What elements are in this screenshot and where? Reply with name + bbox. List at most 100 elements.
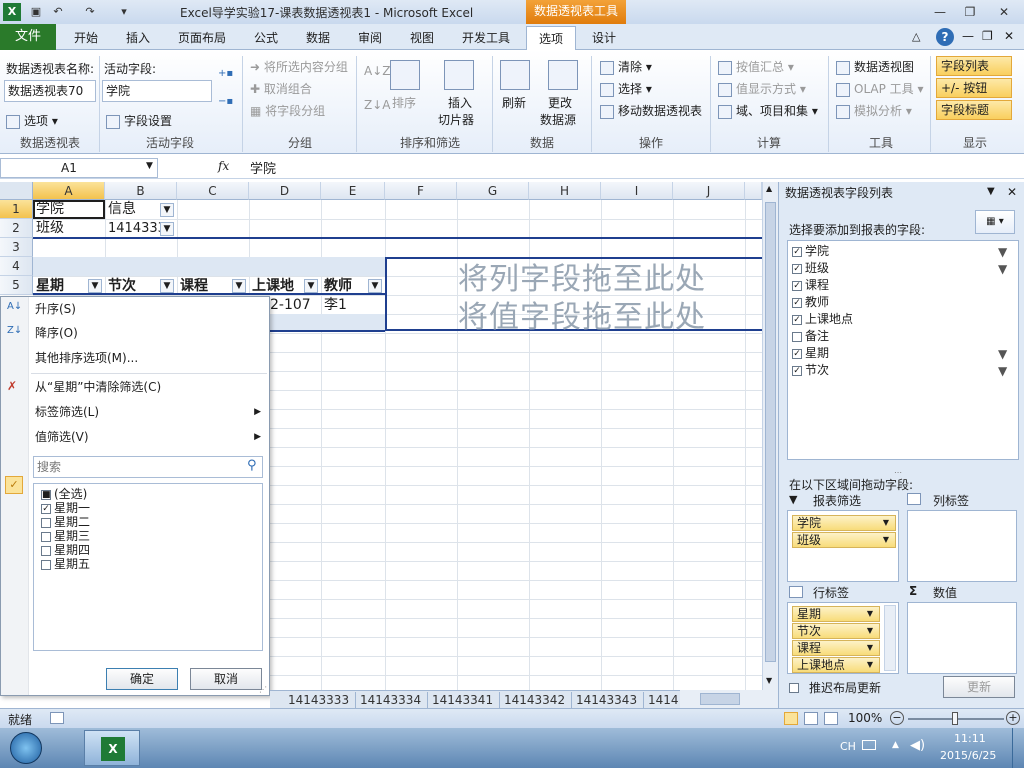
group-field-button[interactable]: ▦ 将字段分组 (250, 102, 325, 119)
field-item[interactable]: ✓ 星期 ▼ (792, 345, 1007, 362)
clear-button[interactable]: 清除 ▾ (600, 58, 652, 75)
name-box[interactable]: A1 (0, 158, 158, 178)
help-icon[interactable]: ? (936, 28, 954, 46)
field-item[interactable]: ✓ 上课地点 (792, 311, 853, 328)
cell-c5[interactable]: 课程 (180, 277, 208, 296)
refresh-icon[interactable] (500, 60, 530, 90)
clock-date[interactable]: 2015/6/25 (940, 749, 996, 762)
row-chip[interactable]: 课程 ▼ (792, 640, 880, 656)
column-header-partial[interactable] (745, 182, 762, 200)
field-item[interactable]: ✓ 节次 ▼ (792, 362, 1007, 379)
fx-icon[interactable]: fx (218, 159, 229, 173)
page-break-view-icon[interactable] (824, 712, 838, 725)
cell-b2[interactable]: 14143333 (108, 219, 160, 238)
tab-view[interactable]: 视图 (398, 26, 446, 50)
row-chip[interactable]: 上课地点 ▼ (792, 657, 880, 673)
report-filter-area[interactable]: 学院 ▼ 班级 ▼ (787, 510, 899, 582)
filter-item[interactable]: 星期四 (41, 543, 90, 557)
values-area[interactable] (907, 602, 1017, 674)
pivot-chart-button[interactable]: 数据透视图 (836, 58, 914, 75)
filter-dropdown-icon[interactable]: ▼ (88, 279, 102, 293)
clear-filter-item[interactable]: 从“星期”中清除筛选(C) (1, 375, 269, 399)
field-item[interactable]: ✓ 班级 ▼ (792, 260, 1007, 277)
row-chip[interactable]: 星期 ▼ (792, 606, 880, 622)
row-header[interactable]: 5 (0, 276, 33, 295)
change-source-icon[interactable] (548, 60, 578, 90)
taskbar-excel-icon[interactable]: X (84, 730, 140, 766)
whatif-button[interactable]: 模拟分析 ▾ (836, 102, 912, 119)
filter-chip[interactable]: 学院 ▼ (792, 515, 896, 531)
olap-tools-button[interactable]: OLAP 工具 ▾ (836, 80, 924, 97)
restore-button[interactable]: ❐ (958, 3, 982, 21)
horizontal-scrollbar[interactable] (680, 690, 778, 708)
row-header[interactable]: 1 (0, 200, 33, 219)
filter-item[interactable]: 星期二 (41, 515, 90, 529)
active-field-input[interactable]: 学院 (102, 80, 212, 102)
field-settings-button[interactable]: 字段设置 (106, 112, 172, 129)
update-button[interactable]: 更新 (943, 676, 1015, 698)
macro-record-icon[interactable] (50, 712, 64, 724)
cell-a1[interactable]: 学院 (36, 200, 64, 219)
ungroup-button[interactable]: ✚ 取消组合 (250, 80, 312, 97)
change-source-button[interactable]: 更改 (548, 94, 572, 111)
group-selection-button[interactable]: ➜ 将所选内容分组 (250, 58, 348, 75)
keyboard-icon[interactable] (862, 740, 876, 750)
cell-d5[interactable]: 上课地 (252, 277, 294, 296)
doc-restore-button[interactable]: ❐ (982, 29, 993, 43)
summarize-values-button[interactable]: 按值汇总 ▾ (718, 58, 794, 75)
show-desktop-button[interactable] (1012, 728, 1024, 768)
save-icon[interactable]: ▣ (28, 4, 44, 20)
select-all-corner[interactable] (0, 182, 33, 200)
search-icon[interactable]: ⚲ (247, 458, 257, 473)
column-header[interactable]: J (673, 182, 745, 200)
sheet-tab[interactable]: 14143343 (570, 692, 645, 708)
filter-item[interactable]: ✓ 星期一 (41, 501, 90, 515)
column-header[interactable]: G (457, 182, 529, 200)
filter-chip[interactable]: 班级 ▼ (792, 532, 896, 548)
filter-item[interactable]: 星期五 (41, 557, 90, 571)
plus-minus-buttons-toggle[interactable]: +/- 按钮 (936, 78, 1012, 98)
resize-grip-icon[interactable]: ⋰ (259, 685, 267, 694)
sort-asc-icon[interactable]: A↓Z (364, 64, 390, 78)
filter-dropdown-icon[interactable]: ▼ (304, 279, 318, 293)
label-filter-item[interactable]: 标签筛选(L) ▶ (1, 400, 269, 424)
insert-slicer-button[interactable]: 插入 (448, 94, 472, 111)
select-button[interactable]: 选择 ▾ (600, 80, 652, 97)
tab-page-layout[interactable]: 页面布局 (166, 26, 238, 50)
filter-dropdown-icon[interactable]: ▼ (160, 222, 174, 236)
pivot-options-button[interactable]: 选项 ▾ (6, 112, 58, 129)
start-button-icon[interactable] (10, 732, 42, 764)
column-header[interactable]: H (529, 182, 601, 200)
zoom-in-icon[interactable]: + (1006, 711, 1020, 725)
expand-field-icon[interactable]: +▪ (218, 68, 233, 79)
formula-input[interactable]: 学院 (250, 158, 276, 177)
filter-dropdown-icon[interactable]: ▼ (160, 279, 174, 293)
page-layout-view-icon[interactable] (804, 712, 818, 725)
field-list-toggle[interactable]: 字段列表 (936, 56, 1012, 76)
language-indicator[interactable]: CH (840, 740, 856, 753)
pane-close-icon[interactable]: ✕ (1007, 185, 1017, 199)
show-values-as-button[interactable]: 值显示方式 ▾ (718, 80, 806, 97)
zoom-slider-thumb[interactable] (952, 712, 958, 725)
tab-file[interactable]: 文件 (0, 24, 56, 50)
cell-a2[interactable]: 班级 (36, 219, 64, 238)
row-area-scrollbar[interactable] (884, 605, 896, 671)
scroll-thumb[interactable] (765, 202, 776, 662)
column-header[interactable]: I (601, 182, 673, 200)
cell-e5[interactable]: 教师 (324, 277, 352, 296)
field-item[interactable]: ✓ 学院 ▼ (792, 243, 1007, 260)
minimize-ribbon-icon[interactable]: △ (912, 30, 920, 43)
column-header[interactable]: B (105, 182, 177, 200)
sheet-tab[interactable]: 14143341 (426, 692, 501, 708)
sort-descending-item[interactable]: 降序(O) (1, 321, 269, 345)
clock-time[interactable]: 11:11 (954, 732, 986, 745)
field-item[interactable]: ✓ 教师 (792, 294, 829, 311)
filter-dropdown-icon[interactable]: ▼ (368, 279, 382, 293)
sort-icon[interactable] (390, 60, 420, 90)
row-header[interactable]: 2 (0, 219, 33, 238)
tab-home[interactable]: 开始 (62, 26, 110, 50)
tab-developer[interactable]: 开发工具 (450, 26, 522, 50)
field-item[interactable]: 备注 (792, 328, 829, 345)
cell-d6[interactable]: 2-107 (270, 296, 311, 315)
cell-b5[interactable]: 节次 (108, 277, 136, 296)
